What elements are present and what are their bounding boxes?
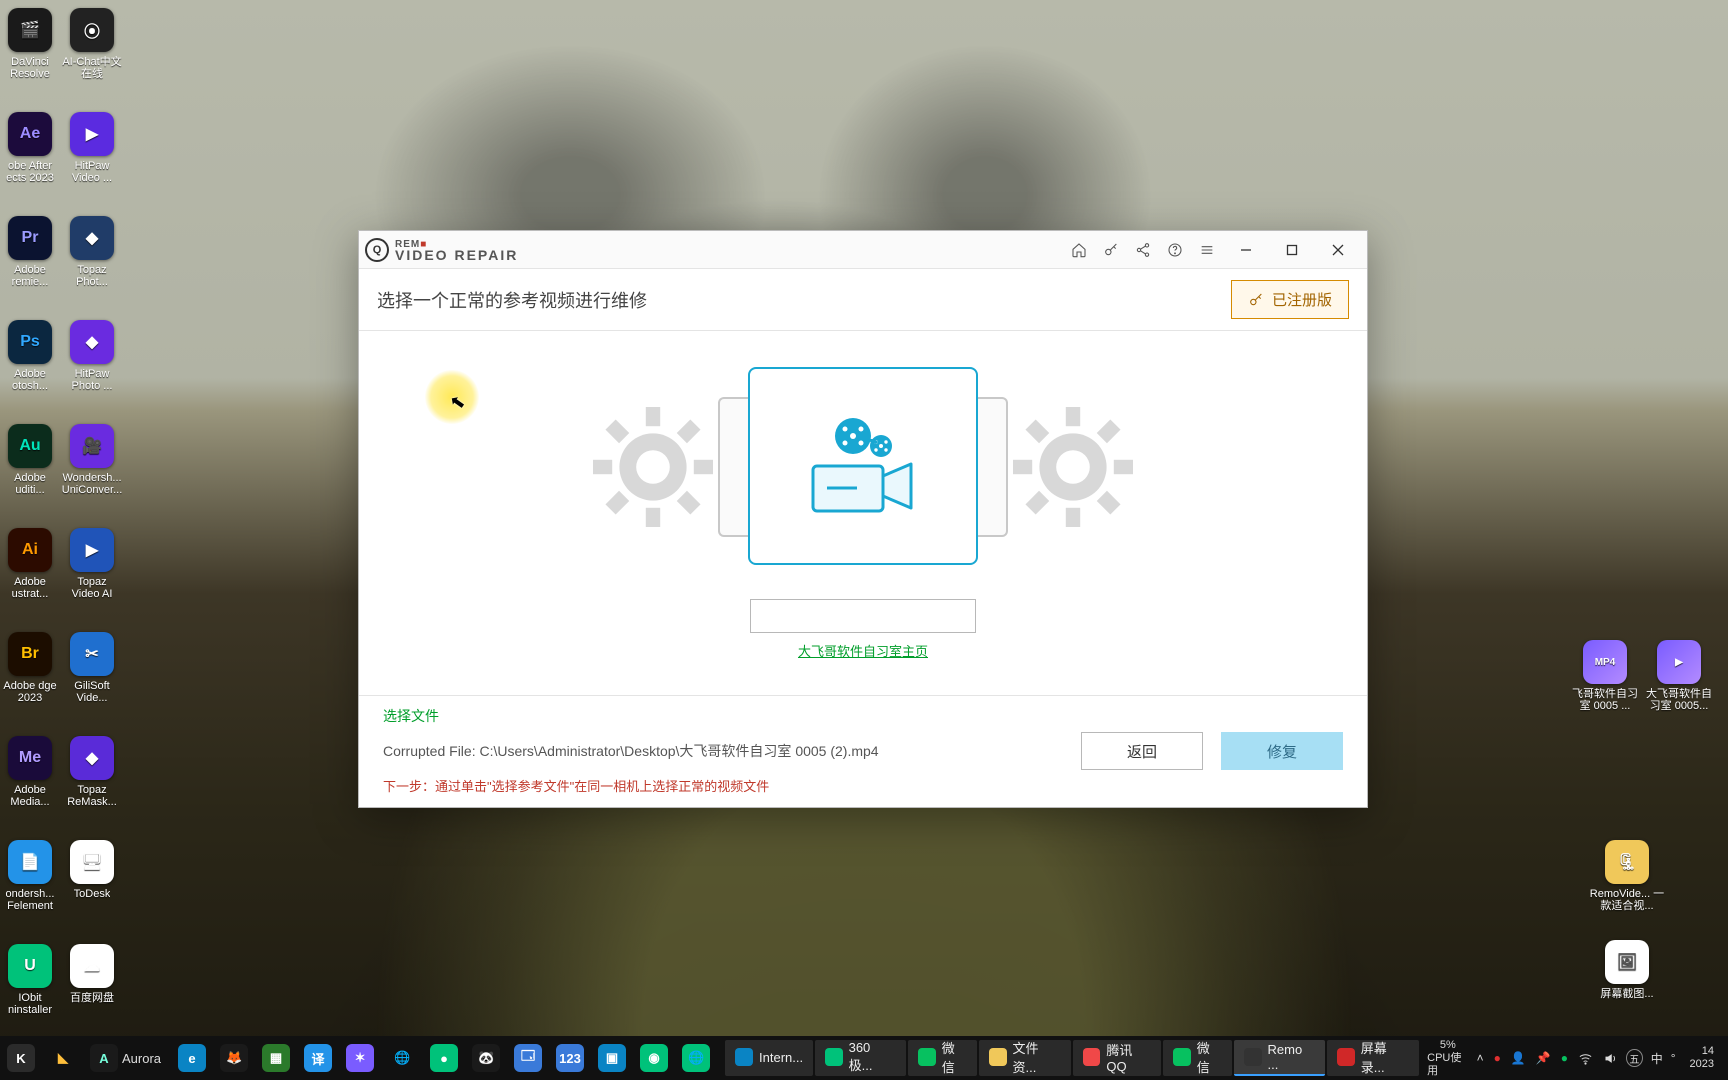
desktop-icon-todesk[interactable]: 🖥ToDesk bbox=[62, 840, 122, 944]
maximize-button[interactable] bbox=[1269, 236, 1315, 264]
app-brand: REM■ VIDEO REPAIR bbox=[365, 238, 518, 262]
brand-logo-icon bbox=[365, 238, 389, 262]
desktop-icon-hitpaw-video[interactable]: ▶HitPaw Video ... bbox=[62, 112, 122, 216]
camera-icon bbox=[803, 411, 923, 521]
system-tray: 5% CPU使用 ˄ ● 👤 📌 ● 五 中 ° 14 2023 bbox=[1419, 1036, 1728, 1080]
taskbar-pin-firefox[interactable]: 🦊 bbox=[213, 1036, 255, 1080]
select-file-link[interactable]: 选择文件 bbox=[383, 706, 1063, 726]
taskbar-pin-start[interactable]: K bbox=[0, 1036, 42, 1080]
weather-icon[interactable]: ° bbox=[1671, 1051, 1676, 1065]
tray-up-icon[interactable]: ˄ bbox=[1477, 1051, 1484, 1065]
tray-rec-icon[interactable]: ● bbox=[1494, 1051, 1501, 1065]
tray-person-icon[interactable]: 👤 bbox=[1511, 1051, 1526, 1065]
taskbar-pin-spark[interactable]: ✶ bbox=[339, 1036, 381, 1080]
desktop-icon-illustrator[interactable]: AiAdobe ustrat... bbox=[0, 528, 60, 632]
desktop-icon-grid: 🎬DaVinci Resolve⦿AI-Chat中文在线Aeobe After … bbox=[0, 6, 122, 1048]
desktop-icon-premiere[interactable]: PrAdobe remie... bbox=[0, 216, 60, 320]
taskbar-pin-chrome[interactable]: 🌐 bbox=[381, 1036, 423, 1080]
share-icon[interactable] bbox=[1127, 236, 1159, 264]
taskbar-app-explorer[interactable]: 文件资... bbox=[979, 1040, 1071, 1076]
reference-path-input[interactable] bbox=[750, 599, 976, 633]
wifi-icon[interactable] bbox=[1578, 1051, 1593, 1066]
desktop-icon-bridge[interactable]: BrAdobe dge 2023 bbox=[0, 632, 60, 736]
ime-indicator-1[interactable]: 五 bbox=[1626, 1049, 1643, 1067]
taskbar: K◣AAurorae🦊▦译✶🌐●🐼🗔123▣◉🌐 Intern...360 极.… bbox=[0, 1036, 1728, 1080]
taskbar-pin-panda[interactable]: 🐼 bbox=[465, 1036, 507, 1080]
menu-icon[interactable] bbox=[1191, 236, 1223, 264]
desktop-file-mp4-file-1[interactable]: MP4飞哥软件自习室 0005 ... bbox=[1568, 640, 1642, 712]
window-titlebar[interactable]: REM■ VIDEO REPAIR bbox=[359, 231, 1367, 269]
home-icon[interactable] bbox=[1063, 236, 1095, 264]
illustration bbox=[663, 367, 1063, 567]
subheader-title: 选择一个正常的参考视频进行维修 bbox=[377, 287, 647, 313]
next-step-hint: 下一步：通过单击"选择参考文件"在同一相机上选择正常的视频文件 bbox=[383, 776, 1063, 795]
desktop-icon-topaz-photo[interactable]: ◆Topaz Phot... bbox=[62, 216, 122, 320]
desktop-right-files-bottom: 🗜RemoVide... 一款适合视... 🖼屏幕截图... bbox=[1586, 840, 1668, 1000]
desktop-icon-photoshop[interactable]: PsAdobe otosh... bbox=[0, 320, 60, 424]
desktop-icon-media-encoder[interactable]: MeAdobe Media... bbox=[0, 736, 60, 840]
desktop-file-screenshot-file[interactable]: 🖼屏幕截图... bbox=[1586, 940, 1668, 1000]
desktop-icon-hitpaw-photo[interactable]: ◆HitPaw Photo ... bbox=[62, 320, 122, 424]
taskbar-pin-aurora[interactable]: AAurora bbox=[84, 1036, 171, 1080]
gear-right-icon bbox=[1013, 407, 1133, 527]
taskbar-app-remo[interactable]: Remo ... bbox=[1234, 1040, 1325, 1076]
registered-badge[interactable]: 已注册版 bbox=[1231, 280, 1349, 319]
close-button[interactable] bbox=[1315, 236, 1361, 264]
homepage-link-row: 大飞哥软件自习室主页 bbox=[798, 641, 928, 660]
desktop-icon-iobit[interactable]: UIObit ninstaller bbox=[0, 944, 60, 1048]
clock[interactable]: 14 2023 bbox=[1684, 1045, 1720, 1071]
taskbar-pin-blue[interactable]: ▣ bbox=[591, 1036, 633, 1080]
corrupted-file-path: Corrupted File: C:\Users\Administrator\D… bbox=[383, 741, 1063, 761]
tray-wechat-icon[interactable]: ● bbox=[1561, 1051, 1568, 1065]
desktop-file-remo-zip[interactable]: 🗜RemoVide... 一款适合视... bbox=[1586, 840, 1668, 912]
taskbar-app-360jisu[interactable]: 360 极... bbox=[815, 1040, 906, 1076]
taskbar-pin-360[interactable]: ◉ bbox=[633, 1036, 675, 1080]
desktop-icon-baidu-pan[interactable]: ☁百度网盘 bbox=[62, 944, 122, 1048]
tray-icons[interactable]: ˄ ● 👤 📌 ● bbox=[1477, 1051, 1618, 1066]
reference-video-card[interactable] bbox=[748, 367, 978, 565]
taskbar-app-wechat[interactable]: 微信 bbox=[908, 1040, 977, 1076]
taskbar-pin-calendar[interactable]: 123 bbox=[549, 1036, 591, 1080]
desktop-icon-after-effects[interactable]: Aeobe After ects 2023 bbox=[0, 112, 60, 216]
taskbar-app-qq[interactable]: 腾讯QQ bbox=[1073, 1040, 1161, 1076]
desktop-icon-topaz-remask[interactable]: ◆Topaz ReMask... bbox=[62, 736, 122, 840]
ime-indicator-2[interactable]: 中 bbox=[1651, 1050, 1663, 1067]
key-icon bbox=[1248, 292, 1264, 308]
taskbar-open-apps: Intern...360 极...微信文件资...腾讯QQ微信Remo ...屏… bbox=[725, 1036, 1419, 1080]
desktop-file-mp4-file-2[interactable]: ▶大飞哥软件自习室 0005... bbox=[1642, 640, 1716, 712]
back-button[interactable]: 返回 bbox=[1081, 732, 1203, 770]
taskbar-pin-notes[interactable]: ▦ bbox=[255, 1036, 297, 1080]
desktop-icon-uniconverter[interactable]: 🎥Wondersh... UniConver... bbox=[62, 424, 122, 528]
remo-video-repair-window: REM■ VIDEO REPAIR 选择一个正常的参考视频进行维修 已注册版 bbox=[358, 230, 1368, 808]
taskbar-pin-listary[interactable]: ◣ bbox=[42, 1036, 84, 1080]
taskbar-pin-translate[interactable]: 译 bbox=[297, 1036, 339, 1080]
taskbar-app-internet[interactable]: Intern... bbox=[725, 1040, 813, 1076]
homepage-link[interactable]: 大飞哥软件自习室主页 bbox=[798, 644, 928, 659]
desktop-icon-ai-chat[interactable]: ⦿AI-Chat中文在线 bbox=[62, 8, 122, 112]
key-icon[interactable] bbox=[1095, 236, 1127, 264]
taskbar-pin-edge[interactable]: e bbox=[171, 1036, 213, 1080]
taskbar-pins: K◣AAurorae🦊▦译✶🌐●🐼🗔123▣◉🌐 bbox=[0, 1036, 717, 1080]
main-area: 大飞哥软件自习室主页 bbox=[359, 331, 1367, 695]
taskbar-pin-se[interactable]: 🌐 bbox=[675, 1036, 717, 1080]
footer-bar: 选择文件 Corrupted File: C:\Users\Administra… bbox=[359, 695, 1367, 807]
taskbar-app-screenrec[interactable]: 屏幕录... bbox=[1327, 1040, 1419, 1076]
subheader: 选择一个正常的参考视频进行维修 已注册版 bbox=[359, 269, 1367, 331]
taskbar-app-weixin2[interactable]: 微信 bbox=[1163, 1040, 1232, 1076]
desktop-icon-topaz-video[interactable]: ▶Topaz Video AI bbox=[62, 528, 122, 632]
repair-button[interactable]: 修复 bbox=[1221, 732, 1343, 770]
taskbar-pin-green[interactable]: ● bbox=[423, 1036, 465, 1080]
gear-left-icon bbox=[593, 407, 713, 527]
desktop-icon-audition[interactable]: AuAdobe uditi... bbox=[0, 424, 60, 528]
help-icon[interactable] bbox=[1159, 236, 1191, 264]
tray-pin-icon[interactable]: 📌 bbox=[1536, 1051, 1551, 1065]
taskbar-pin-monitor[interactable]: 🗔 bbox=[507, 1036, 549, 1080]
minimize-button[interactable] bbox=[1223, 236, 1269, 264]
desktop-icon-gilisoft[interactable]: ✂GiliSoft Vide... bbox=[62, 632, 122, 736]
volume-icon[interactable] bbox=[1603, 1051, 1618, 1066]
desktop-icon-davinci-resolve[interactable]: 🎬DaVinci Resolve bbox=[0, 8, 60, 112]
desktop-right-files-top: MP4飞哥软件自习室 0005 ...▶大飞哥软件自习室 0005... bbox=[1568, 640, 1716, 712]
cpu-widget[interactable]: 5% CPU使用 bbox=[1427, 1039, 1468, 1078]
desktop-icon-pdfelement[interactable]: 📄ondersh... Felement bbox=[0, 840, 60, 944]
